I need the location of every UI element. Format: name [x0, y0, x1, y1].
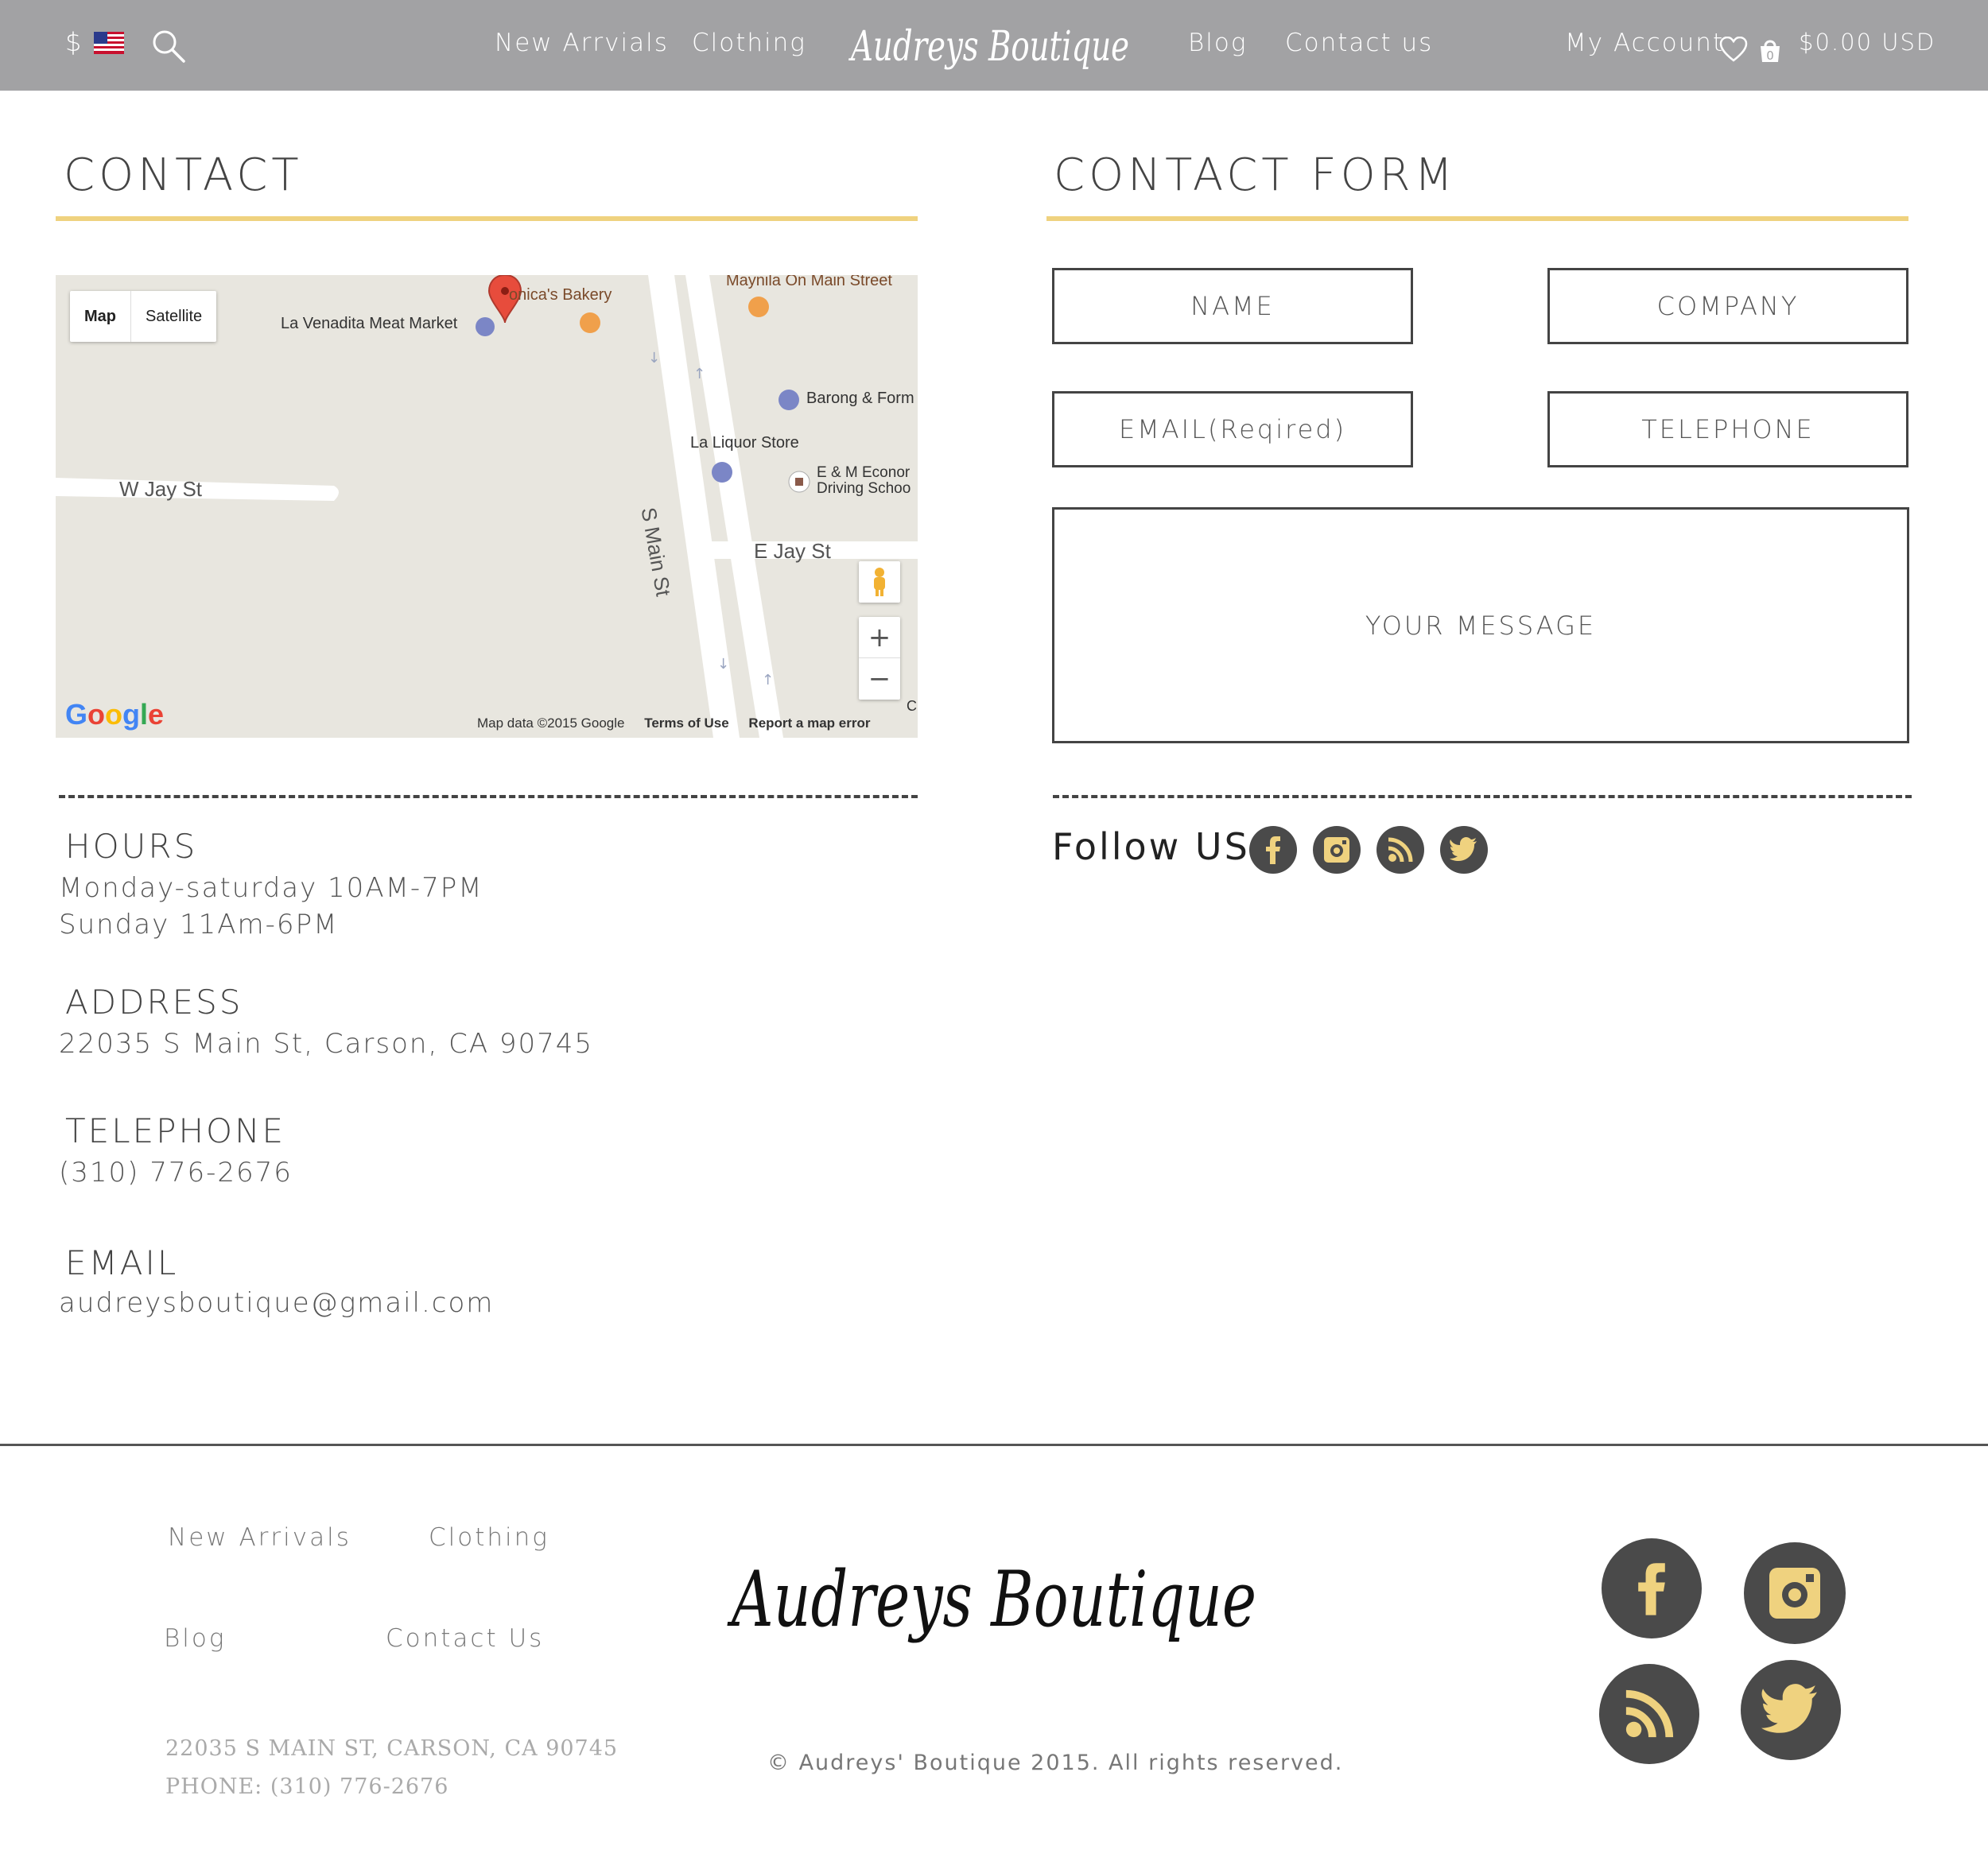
- footer-address: 22035 S MAIN ST, CARSON, CA 90745: [165, 1736, 619, 1761]
- contact-form-title-underline: [1046, 216, 1908, 221]
- heart-icon[interactable]: [1719, 37, 1748, 62]
- telephone-text[interactable]: (310) 776-2676: [59, 1154, 293, 1191]
- nav-clothing[interactable]: Clothing: [692, 29, 806, 57]
- map-roads: ↓ ↑ ↓ ↑: [56, 275, 918, 738]
- instagram-small-button[interactable]: [1313, 826, 1361, 874]
- email-heading: EMAIL: [65, 1243, 179, 1282]
- company-field[interactable]: COMPANY: [1547, 268, 1908, 344]
- map-terms-link[interactable]: Terms of Use: [644, 715, 728, 731]
- message-field[interactable]: YOUR MESSAGE: [1052, 507, 1909, 743]
- header-logo[interactable]: Audreys Boutique: [847, 11, 1133, 84]
- map-label-edge: C: [907, 698, 917, 714]
- rss-large-button[interactable]: [1599, 1664, 1699, 1764]
- facebook-small-button[interactable]: [1249, 826, 1297, 874]
- contact-title-underline: [56, 216, 918, 221]
- map-type-satellite[interactable]: Satellite: [131, 291, 216, 342]
- map-label-econ-2: Driving Schoo: [817, 480, 911, 497]
- map-label-w-jay-st: W Jay St: [119, 477, 203, 501]
- map-label-econ-1: E & M Econor: [817, 464, 911, 481]
- svg-text:↑: ↑: [762, 672, 774, 688]
- instagram-icon: [1324, 837, 1349, 863]
- footer-divider: [0, 1444, 1988, 1446]
- shopping-bag-icon[interactable]: 0: [1757, 37, 1783, 64]
- twitter-icon: [1450, 837, 1477, 861]
- zoom-in-button[interactable]: +: [859, 617, 900, 658]
- my-account-link[interactable]: My Account: [1565, 29, 1724, 57]
- email-text[interactable]: audreysboutique@gmail.com: [59, 1285, 494, 1321]
- footer-link-blog[interactable]: Blog: [164, 1624, 226, 1653]
- footer-link-clothing[interactable]: Clothing: [429, 1523, 549, 1552]
- cart-count: 0: [1766, 48, 1774, 63]
- site-header: $ New Arrvials Clothing Audreys Boutique…: [0, 0, 1988, 91]
- pegman-control[interactable]: [859, 561, 900, 603]
- svg-text:↓: ↓: [648, 350, 660, 366]
- form-divider: [1053, 795, 1912, 798]
- hours-sunday: Sunday 11Am-6PM: [59, 909, 339, 940]
- footer-link-new-arrivals[interactable]: New Arrivals: [168, 1523, 351, 1552]
- nav-new-arrivals[interactable]: New Arrvials: [495, 29, 669, 57]
- map-type-map[interactable]: Map: [70, 291, 131, 342]
- map-label-maynila: Maynila On Main Street: [726, 275, 892, 289]
- rss-icon: [1388, 837, 1413, 863]
- svg-text:↓: ↓: [717, 656, 729, 673]
- map-report-link[interactable]: Report a map error: [748, 715, 870, 731]
- name-field[interactable]: NAME: [1052, 268, 1413, 344]
- map-label-e-jay-st: E Jay St: [754, 539, 831, 563]
- hours-heading: HOURS: [65, 827, 198, 866]
- rss-icon: [1625, 1689, 1674, 1738]
- contact-title: CONTACT: [64, 149, 303, 201]
- address-heading: ADDRESS: [65, 983, 243, 1022]
- telephone-heading: TELEPHONE: [65, 1111, 286, 1150]
- map-attribution: Map data ©2015 Google Terms of Use Repor…: [477, 715, 870, 731]
- telephone-field[interactable]: TELEPHONE: [1547, 391, 1908, 467]
- pegman-icon: [874, 568, 885, 596]
- facebook-large-button[interactable]: [1602, 1538, 1702, 1638]
- twitter-icon: [1761, 1684, 1817, 1733]
- nav-contact-us[interactable]: Contact us: [1285, 29, 1433, 57]
- rss-small-button[interactable]: [1376, 826, 1424, 874]
- hours-weekday: Monday-saturday 10AM-7PM: [59, 872, 483, 904]
- map-data-credit: Map data ©2015 Google: [477, 715, 625, 731]
- footer-logo-text: Audreys Boutique: [727, 1555, 1256, 1644]
- us-flag-icon[interactable]: [94, 32, 124, 54]
- map-type-toggle[interactable]: Map Satellite: [70, 291, 217, 342]
- currency-selector[interactable]: $: [65, 27, 83, 57]
- email-field[interactable]: EMAIL(Reqired): [1052, 391, 1413, 467]
- footer-logo: Audreys Boutique: [727, 1555, 1256, 1644]
- zoom-out-button[interactable]: −: [859, 658, 900, 700]
- twitter-large-button[interactable]: [1741, 1660, 1841, 1760]
- facebook-icon: [1638, 1563, 1665, 1615]
- map-label-liquor: La Liquor Store: [690, 434, 799, 452]
- cart-total[interactable]: $0.00 USD: [1799, 29, 1936, 56]
- facebook-icon: [1266, 836, 1280, 864]
- follow-us-label: Follow US: [1052, 825, 1250, 868]
- address-text: 22035 S Main St, Carson, CA 90745: [59, 1028, 594, 1060]
- map-label-barong: Barong & Form: [806, 390, 914, 407]
- google-logo: Google: [65, 698, 165, 731]
- copyright-text: © Audreys' Boutique 2015. All rights res…: [767, 1751, 1344, 1775]
- header-logo-text: Audreys Boutique: [848, 23, 1129, 71]
- nav-blog[interactable]: Blog: [1188, 29, 1247, 57]
- contact-form-title: CONTACT FORM: [1054, 149, 1457, 201]
- contact-divider: [59, 795, 918, 798]
- svg-text:↑: ↑: [693, 366, 705, 382]
- twitter-small-button[interactable]: [1440, 826, 1488, 874]
- instagram-icon: [1769, 1568, 1820, 1619]
- search-icon[interactable]: [151, 29, 186, 64]
- map-label-bakery: onica's Bakery: [509, 286, 612, 304]
- footer-link-contact-us[interactable]: Contact Us: [386, 1624, 544, 1653]
- instagram-large-button[interactable]: [1744, 1542, 1846, 1644]
- zoom-control: + −: [859, 617, 900, 700]
- map-embed[interactable]: ↓ ↑ ↓ ↑ Map Satellite onica's Bakery La …: [56, 275, 918, 738]
- map-label-meat-market: La Venadita Meat Market: [281, 315, 458, 332]
- footer-phone: PHONE: (310) 776-2676: [165, 1774, 449, 1799]
